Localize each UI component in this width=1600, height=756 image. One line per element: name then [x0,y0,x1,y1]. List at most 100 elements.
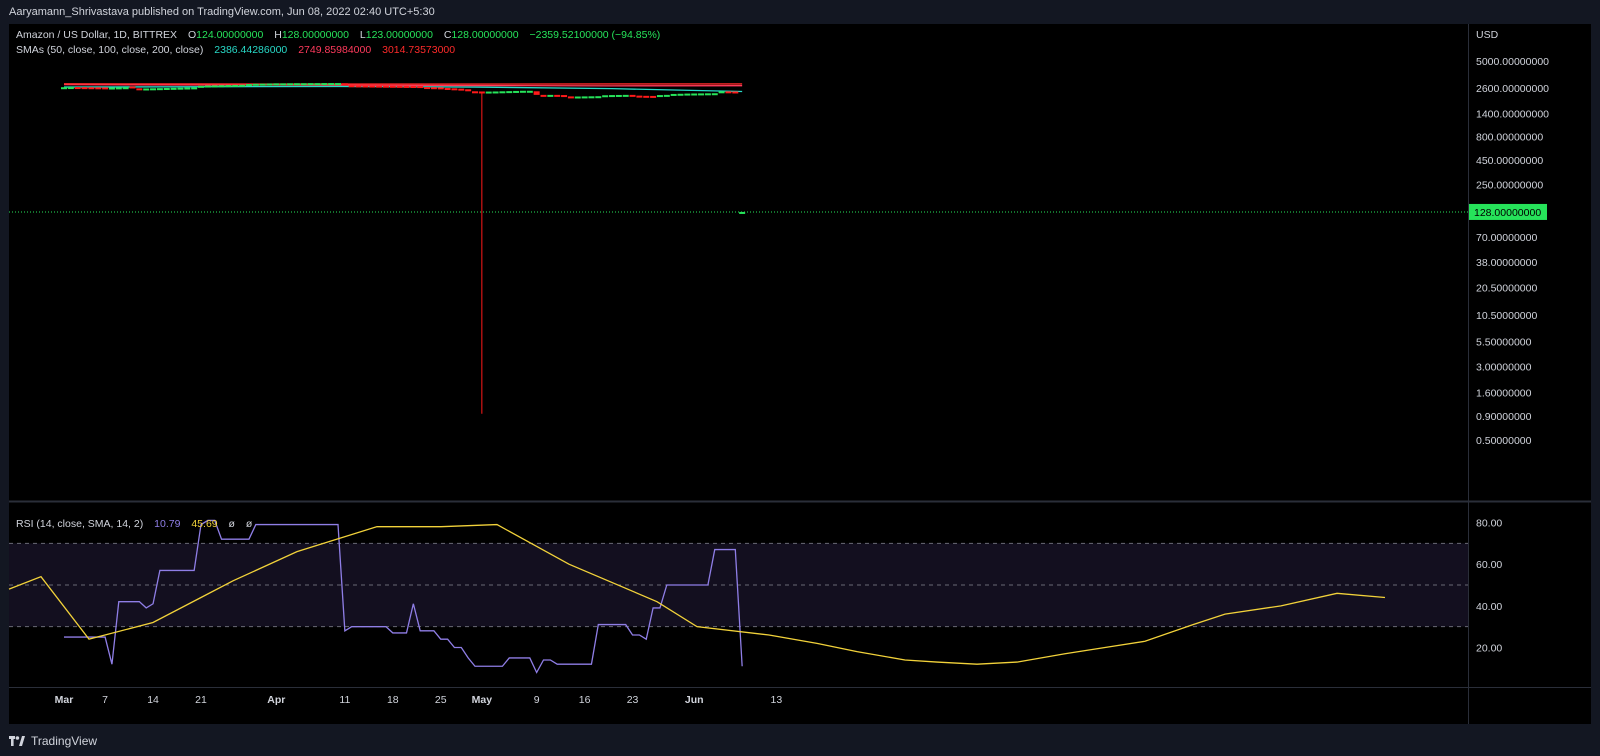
price-tick-label: 20.50000000 [1476,282,1537,294]
candle [369,85,376,88]
rsi-tick-label: 40.00 [1476,601,1502,613]
candle [239,84,246,87]
price-tick-label: 10.50000000 [1476,310,1537,322]
candle [595,96,602,99]
price-tick-label: 800.00000000 [1476,132,1543,144]
candle [622,94,629,97]
candle [704,93,711,96]
candle [410,85,417,88]
candle [163,88,170,90]
sma-label: SMAs (50, close, 100, close, 200, close) [16,44,204,56]
candle [711,93,718,96]
candle [225,85,232,88]
candle [211,85,218,88]
sma200-value: 3014.73573000 [382,44,456,56]
candle [485,91,492,94]
candle [396,85,403,88]
candle [95,87,102,90]
candle [437,87,444,90]
candle [513,90,520,93]
candle [472,91,478,94]
candle [61,87,67,90]
currency-label: USD [1476,29,1499,41]
price-tick-label: 5000.00000000 [1476,56,1549,68]
candle [403,85,410,88]
candle [314,83,321,86]
candle [698,93,705,96]
candle [540,94,547,97]
candle [615,94,622,97]
candle [574,96,581,99]
candle [656,95,663,98]
high-label: H [274,29,282,41]
candle [382,85,389,88]
close-value: 128.00000000 [451,29,519,41]
candle [177,87,184,90]
date-tick-label: Apr [267,694,285,706]
open-value: 124.00000000 [196,29,264,41]
chart-canvas[interactable]: 5000.00000000 2600.00000000 1400.00000000 8… [0,0,1600,724]
candle [170,87,177,90]
date-tick-label: 23 [627,694,639,706]
date-tick-label: Mar [55,694,74,706]
date-tick-label: 14 [147,694,159,706]
candle [150,88,157,91]
candle [348,85,355,88]
sma50-value: 2386.44286000 [214,44,288,56]
candle [430,87,437,90]
candle [184,87,191,90]
price-tick-label: 1400.00000000 [1476,108,1549,120]
candle [684,93,691,96]
candle [732,91,739,94]
candle [602,95,609,98]
candle [609,95,615,98]
rsi-extra-2: ø [245,518,253,530]
date-tick-label: 9 [534,694,540,706]
rsi-extra-1: ø [228,518,235,530]
tradingview-logo[interactable]: TradingView [9,734,97,748]
candle [643,95,650,98]
candle [335,83,341,86]
candle [259,83,266,86]
candle [718,91,725,94]
candle [478,91,485,94]
candle [355,85,362,88]
candle [444,88,451,90]
candle [74,87,81,90]
candle [273,83,280,86]
candle [581,96,588,99]
change-value: −2359.52100000 (−94.85%) [529,29,661,41]
date-tick-label: 13 [771,694,783,706]
date-tick-label: 25 [435,694,447,706]
price-tick-label: 3.00000000 [1476,361,1532,373]
candle [143,88,150,91]
candle [499,91,506,94]
candle [300,83,307,86]
rsi-value: 10.79 [154,518,181,530]
candle [561,95,568,98]
candle [567,96,574,99]
brand-name: TradingView [31,734,98,748]
date-tick-label: 18 [387,694,399,706]
date-tick-label: May [472,694,493,706]
candle [67,87,74,90]
footer: TradingView [0,724,1600,756]
candle [519,90,526,93]
candle [629,94,636,97]
candle [321,83,328,86]
candle [691,93,698,96]
candle [136,88,143,91]
candle [232,84,239,87]
candle [636,95,643,98]
candle [156,88,163,91]
candle [102,87,109,90]
candle [191,87,198,90]
rsi-tick-label: 20.00 [1476,643,1502,655]
candle [280,83,287,86]
candle [307,83,314,86]
candle [458,88,465,91]
high-value: 128.00000000 [281,29,349,41]
candle [252,83,259,86]
candle [218,85,225,88]
symbol-legend: Amazon / US Dollar, 1D, BITTREX O124.000… [16,29,660,41]
